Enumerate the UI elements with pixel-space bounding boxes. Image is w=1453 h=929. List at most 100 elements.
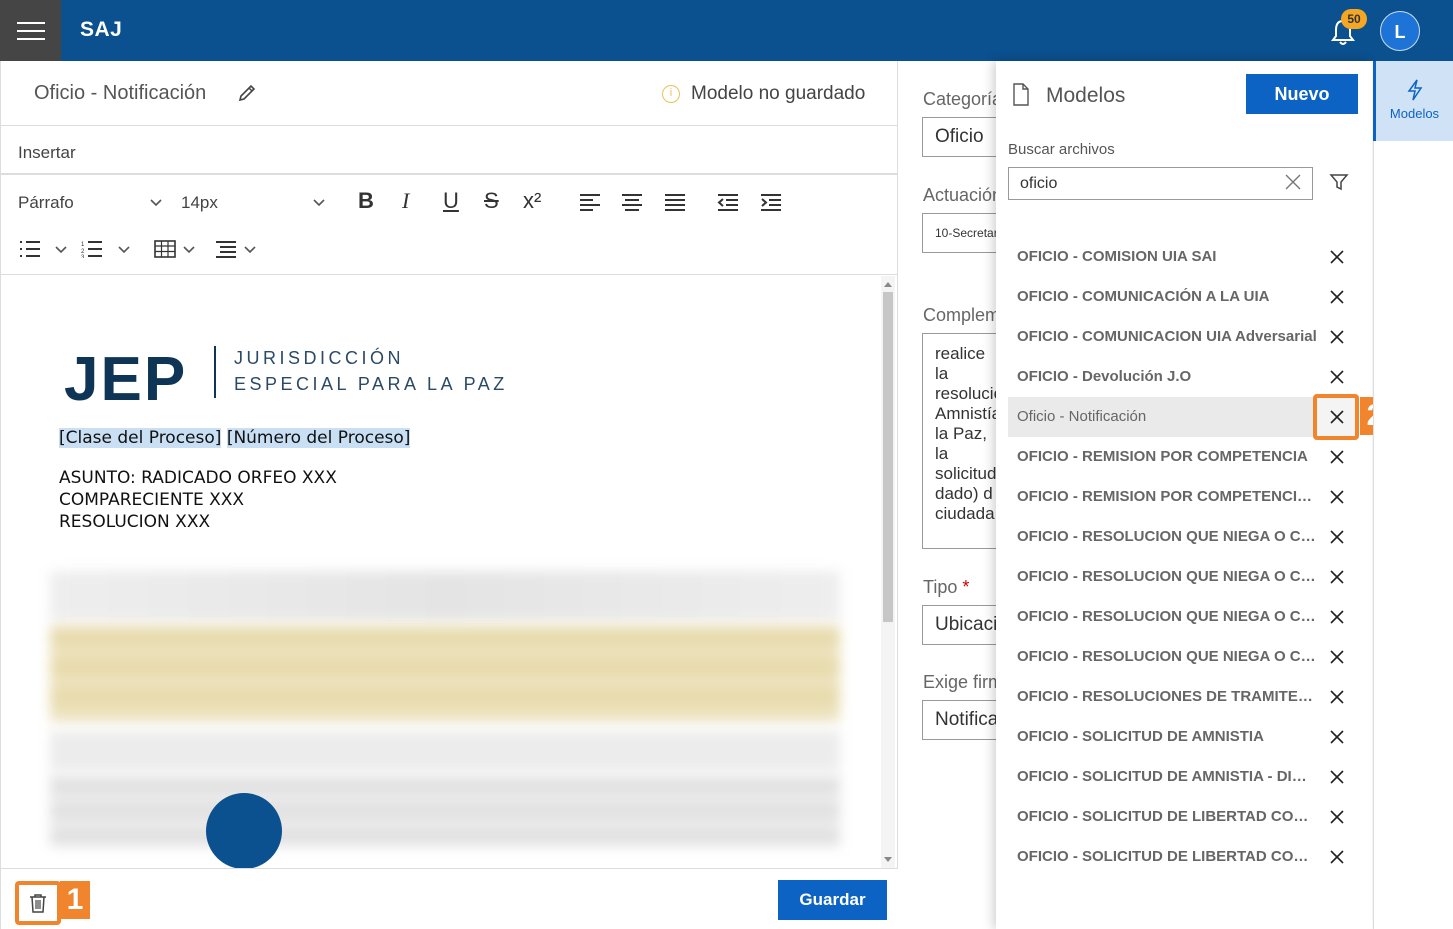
logo-line-2: ESPECIAL PARA LA PAZ — [234, 374, 508, 394]
table-icon[interactable] — [154, 240, 176, 258]
close-icon[interactable] — [1329, 689, 1345, 705]
paragraph-style-select[interactable]: Párrafo — [18, 193, 74, 213]
avatar[interactable]: L — [1380, 11, 1420, 51]
app-title: SAJ — [80, 18, 123, 41]
model-list-item[interactable]: OFICIO - SOLICITUD DE AMNISTIA — [1008, 717, 1358, 757]
model-list-item[interactable]: OFICIO - COMUNICACION UIA Adversarial — [1008, 317, 1358, 357]
close-icon[interactable] — [1329, 369, 1345, 385]
model-list-item[interactable]: OFICIO - SOLICITUD DE LIBERTAD CONDIC... — [1008, 837, 1358, 877]
placeholder-numero[interactable]: [Número del Proceso] — [226, 428, 411, 448]
callout-badge-1: 1 — [60, 881, 90, 919]
model-list-item[interactable]: OFICIO - RESOLUCION QUE NIEGA O CON... — [1008, 557, 1358, 597]
close-icon[interactable] — [1329, 569, 1345, 585]
model-item-label: OFICIO - RESOLUCION QUE NIEGA O CON... — [1017, 568, 1317, 585]
top-bar: SAJ 50 L — [0, 0, 1453, 61]
chevron-down-icon[interactable] — [312, 198, 326, 208]
insert-menu[interactable]: Insertar — [1, 127, 898, 175]
document-canvas[interactable]: JEP JURISDICCIÓN ESPECIAL PARA LA PAZ [C… — [2, 276, 882, 868]
model-list: OFICIO - COMISION UIA SAI OFICIO - COMUNI… — [1008, 237, 1390, 877]
close-icon[interactable] — [1329, 609, 1345, 625]
numbered-list-icon[interactable]: 123 — [81, 240, 103, 258]
close-icon[interactable] — [1329, 729, 1345, 745]
close-icon[interactable] — [1329, 409, 1345, 425]
bold-button[interactable]: B — [358, 188, 374, 214]
close-icon[interactable] — [1329, 289, 1345, 305]
model-list-item[interactable]: OFICIO - RESOLUCION QUE NIEGA O CON... — [1008, 637, 1358, 677]
process-placeholders[interactable]: [Clase del Proceso] [Número del Proceso] — [59, 428, 411, 448]
model-list-item[interactable]: OFICIO - RESOLUCIONES DE TRAMITE - DI... — [1008, 677, 1358, 717]
close-icon[interactable] — [1329, 809, 1345, 825]
chevron-down-icon[interactable] — [243, 245, 257, 255]
document-scrollbar[interactable] — [881, 276, 895, 868]
underline-button[interactable]: U — [443, 188, 459, 214]
model-list-item[interactable]: OFICIO - REMISION POR COMPETENCIA - ... — [1008, 477, 1358, 517]
model-item-label: OFICIO - RESOLUCION QUE NIEGA O CON... — [1017, 528, 1317, 545]
categoria-label: Categoría — [923, 89, 1003, 109]
close-icon[interactable] — [1329, 529, 1345, 545]
modelos-title: Modelos — [1046, 84, 1126, 107]
close-icon[interactable] — [1329, 329, 1345, 345]
chevron-down-icon[interactable] — [54, 245, 68, 255]
model-item-label: OFICIO - SOLICITUD DE AMNISTIA — [1017, 728, 1264, 745]
required-marker: * — [962, 577, 970, 597]
chat-icon[interactable] — [206, 793, 282, 869]
blurred-content — [50, 571, 840, 621]
line-spacing-icon[interactable] — [215, 240, 237, 258]
notification-badge: 50 — [1341, 9, 1367, 29]
model-item-label: OFICIO - RESOLUCION QUE NIEGA O CON... — [1017, 608, 1317, 625]
outdent-icon[interactable] — [717, 193, 739, 211]
align-left-icon[interactable] — [579, 193, 601, 211]
italic-button[interactable]: I — [402, 188, 409, 214]
close-icon[interactable] — [1329, 249, 1345, 265]
scroll-up-icon[interactable] — [884, 282, 892, 287]
model-list-item[interactable]: OFICIO - SOLICITUD DE AMNISTIA - DIREC..… — [1008, 757, 1358, 797]
tab-modelos[interactable]: Modelos — [1373, 61, 1453, 141]
model-item-label: OFICIO - SOLICITUD DE LIBERTAD CONDIC... — [1017, 848, 1317, 865]
model-list-item[interactable]: OFICIO - RESOLUCION QUE NIEGA O CON... — [1008, 517, 1358, 557]
superscript-button[interactable]: x² — [523, 188, 541, 214]
model-list-item[interactable]: OFICIO - SOLICITUD DE LIBERTAD CONDIC... — [1008, 797, 1358, 837]
chevron-down-icon[interactable] — [117, 245, 131, 255]
tab-modelos-label: Modelos — [1389, 106, 1440, 121]
model-list-item[interactable]: OFICIO - COMISION UIA SAI — [1008, 237, 1358, 277]
save-button[interactable]: Guardar — [778, 880, 887, 920]
menu-icon[interactable] — [0, 0, 61, 61]
indent-icon[interactable] — [760, 193, 782, 211]
blurred-content — [50, 776, 840, 846]
model-list-item[interactable]: OFICIO - COMUNICACIÓN A LA UIA — [1008, 277, 1358, 317]
model-list-item[interactable]: OFICIO - REMISION POR COMPETENCIA — [1008, 437, 1358, 477]
svg-text:1: 1 — [81, 242, 85, 248]
blurred-content — [50, 626, 840, 721]
model-item-label: OFICIO - RESOLUCION QUE NIEGA O CON... — [1017, 648, 1317, 665]
align-justify-icon[interactable] — [664, 193, 686, 211]
bullet-list-icon[interactable] — [19, 240, 41, 258]
font-size-select[interactable]: 14px — [181, 193, 218, 213]
side-strip — [1373, 141, 1453, 929]
filter-icon[interactable] — [1329, 172, 1349, 192]
strikethrough-button[interactable]: S — [484, 188, 499, 214]
scroll-down-icon[interactable] — [884, 857, 892, 862]
model-item-label: OFICIO - SOLICITUD DE LIBERTAD CONDIC... — [1017, 808, 1317, 825]
placeholder-clase[interactable]: [Clase del Proceso] — [59, 428, 222, 448]
model-item-label: OFICIO - Devolución J.O — [1017, 368, 1192, 385]
align-center-icon[interactable] — [621, 193, 643, 211]
model-item-label: OFICIO - COMUNICACIÓN A LA UIA — [1017, 288, 1270, 305]
model-list-item[interactable]: OFICIO - RESOLUCION QUE NIEGA O CON... — [1008, 597, 1358, 637]
model-item-label: Oficio - Notificación — [1017, 408, 1147, 425]
model-item-label: OFICIO - COMISION UIA SAI — [1017, 248, 1217, 265]
delete-button[interactable] — [15, 881, 61, 925]
close-icon[interactable] — [1329, 769, 1345, 785]
new-model-button[interactable]: Nuevo — [1246, 74, 1358, 114]
model-list-item[interactable]: OFICIO - Devolución J.O — [1008, 357, 1358, 397]
chevron-down-icon[interactable] — [149, 198, 163, 208]
close-icon[interactable] — [1284, 173, 1302, 191]
close-icon[interactable] — [1329, 649, 1345, 665]
pencil-icon[interactable] — [237, 83, 257, 103]
model-list-item[interactable]: Oficio - Notificación2 — [1008, 394, 1390, 440]
close-icon[interactable] — [1329, 489, 1345, 505]
close-icon[interactable] — [1329, 449, 1345, 465]
search-input[interactable] — [1008, 167, 1313, 200]
close-icon[interactable] — [1329, 849, 1345, 865]
chevron-down-icon[interactable] — [182, 245, 196, 255]
scroll-thumb[interactable] — [883, 292, 893, 622]
